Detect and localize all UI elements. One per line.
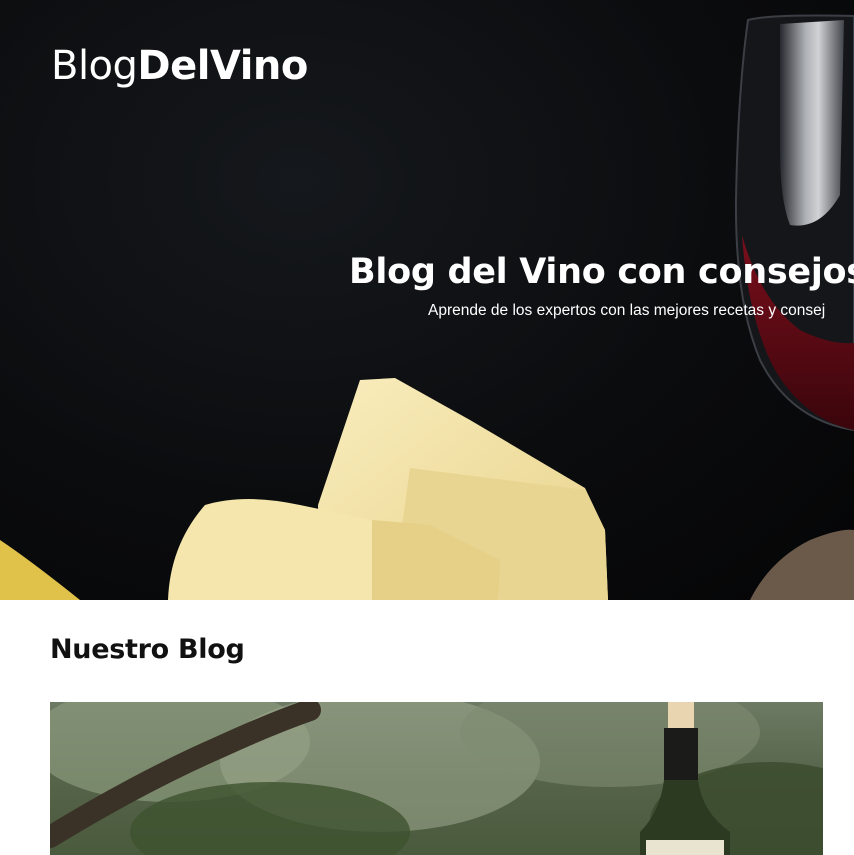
site-logo[interactable]: BlogDelVino: [51, 43, 308, 89]
logo-light-text: Blog: [51, 43, 138, 89]
hero-title: Blog del Vino con consejos y c: [349, 252, 854, 292]
blog-post-image: [50, 702, 823, 855]
blog-section-title: Nuestro Blog: [50, 634, 245, 665]
hero-banner: BlogDelVino Blog del Vino con consejos y…: [0, 0, 854, 600]
hero-image: [0, 14, 854, 600]
logo-bold-text: DelVino: [137, 43, 308, 89]
blog-post-card[interactable]: [50, 702, 823, 855]
hero-subtitle: Aprende de los expertos con las mejores …: [428, 302, 826, 319]
